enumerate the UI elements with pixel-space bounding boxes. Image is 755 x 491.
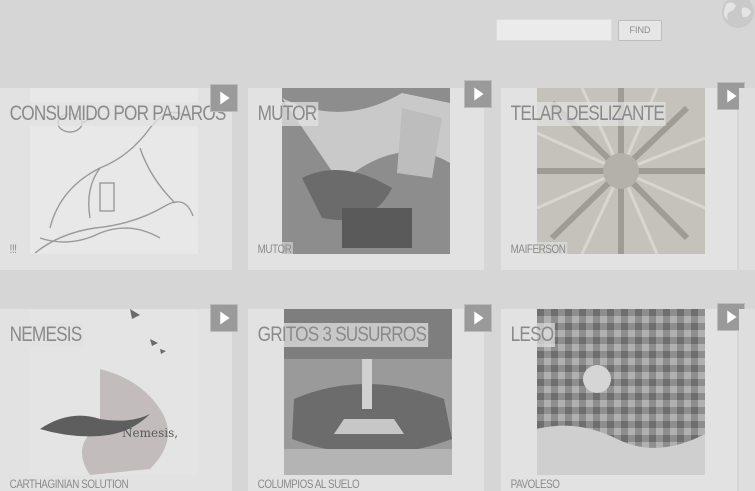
collage-art	[537, 309, 705, 475]
album-artist[interactable]: PAVOLESO	[509, 477, 562, 491]
find-button[interactable]: FIND	[618, 20, 662, 41]
album-title[interactable]: GRITOS 3 SUSURROS	[256, 323, 428, 347]
album-cover[interactable]	[537, 309, 705, 475]
album-card[interactable]: TELAR DESLIZANTE MAIFERSON	[501, 88, 737, 270]
album-title[interactable]: TELAR DESLIZANTE	[509, 102, 666, 126]
album-artist[interactable]: COLUMPIOS AL SUELO	[256, 477, 361, 491]
cover-text: Nemesis,	[122, 426, 178, 440]
play-button[interactable]	[464, 80, 492, 108]
album-title[interactable]: CONSUMIDO POR PAJAROS	[8, 102, 228, 126]
album-card[interactable]: LESO PAVOLESO	[501, 309, 737, 491]
search-input[interactable]	[496, 19, 612, 41]
album-title[interactable]: MUTOR	[256, 102, 318, 126]
album-artist[interactable]: !!!	[8, 242, 19, 256]
play-icon	[220, 311, 230, 325]
play-button[interactable]	[210, 84, 238, 112]
play-icon	[474, 87, 484, 101]
album-title[interactable]: LESO	[509, 323, 555, 347]
album-title[interactable]: NEMESIS	[8, 323, 84, 347]
album-card[interactable]: Nemesis, NEMESIS CARTHAGINIAN SOLUTION	[0, 309, 232, 491]
globe-icon[interactable]	[718, 0, 755, 30]
album-card[interactable]: CONSUMIDO POR PAJAROS !!!	[0, 88, 232, 270]
album-artist[interactable]: MUTOR	[256, 242, 294, 256]
partial-card	[739, 309, 755, 491]
partial-card	[739, 88, 755, 270]
album-card[interactable]: MUTOR MUTOR	[248, 88, 484, 270]
album-artist[interactable]: CARTHAGINIAN SOLUTION	[8, 477, 130, 491]
play-button[interactable]	[464, 304, 492, 332]
album-artist[interactable]: MAIFERSON	[509, 242, 568, 256]
play-button[interactable]	[210, 304, 238, 332]
album-card[interactable]: GRITOS 3 SUSURROS COLUMPIOS AL SUELO	[248, 309, 484, 491]
play-icon	[474, 311, 484, 325]
play-icon	[220, 91, 230, 105]
